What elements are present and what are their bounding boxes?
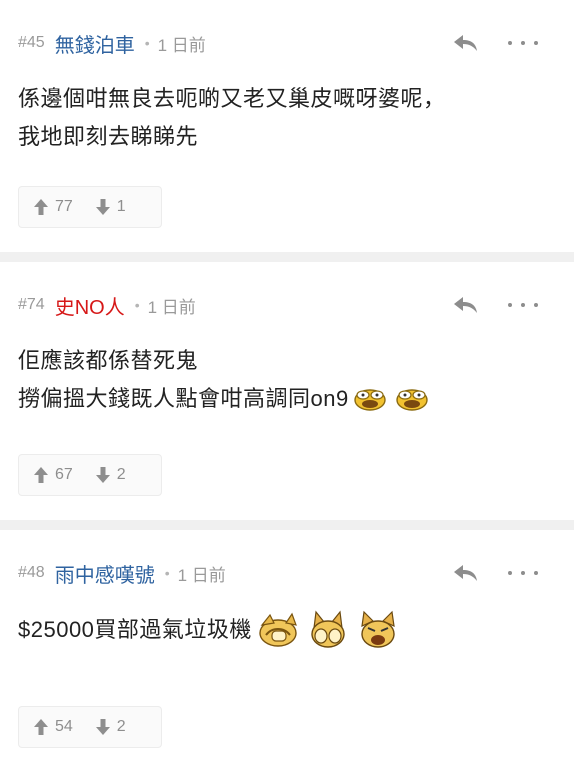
reply-button[interactable] [452,562,480,584]
comment-line: 係邊個咁無良去呃啲又老又巢皮嘅呀婆呢， [18,86,446,111]
reply-icon [454,297,477,313]
comment-line-text: $25000買部過氣垃圾機 [18,617,252,642]
cover-face-emoticon-icon [311,610,345,648]
downvote-button[interactable]: 2 [95,466,126,484]
username-link[interactable]: 雨中感嘆號 [55,559,155,588]
vote-box: 67 2 [18,454,162,496]
more-options-button[interactable] [508,36,538,50]
vote-box: 77 1 [18,186,162,228]
more-dot-icon [521,303,525,307]
shocked-face-icon [354,389,386,411]
separator-dot: • [144,35,150,51]
shocked-face-icon [396,389,428,411]
floor-number: #45 [18,34,45,51]
upvote-button[interactable]: 77 [33,198,73,216]
upvote-count: 54 [55,718,73,735]
arrow-up-icon [34,719,48,735]
timestamp: 1 日前 [147,297,196,317]
angry-dog-emoticon-icon [361,610,395,648]
comment-line-with-emoticons: 撈偏搵大錢既人點會咁高調同on9 [18,380,429,418]
comment-item: #74 史NO人 • 1 日前 佢應該都係替死鬼 撈偏搵大錢既人點會咁高調同on… [0,252,574,520]
downvote-count: 2 [116,466,126,483]
comment-line-text: 撈偏搵大錢既人點會咁高調同on9 [18,386,349,411]
upvote-count: 67 [55,466,73,483]
username-link[interactable]: 無錢泊車 [55,29,135,58]
timestamp: 1 日前 [157,35,206,55]
separator-dot: • [164,565,170,581]
upvote-button[interactable]: 54 [33,718,73,736]
downvote-button[interactable]: 1 [95,198,126,216]
timestamp: 1 日前 [177,565,226,585]
comment-body: 係邊個咁無良去呃啲又老又巢皮嘅呀婆呢， 我地即刻去睇睇先 [18,80,446,156]
comment-line-with-emoticons: $25000買部過氣垃圾機 [18,610,400,650]
more-dot-icon [534,571,538,575]
vote-box: 54 2 [18,706,162,748]
reply-icon [454,35,477,51]
comment-item: #45 無錢泊車 • 1 日前 係邊個咁無良去呃啲又老又巢皮嘅呀婆呢， 我地即刻… [0,0,574,252]
comment-line: 我地即刻去睇睇先 [18,124,199,149]
arrow-up-icon [34,199,48,215]
arrow-down-icon [95,467,110,483]
comment-body: 佢應該都係替死鬼 撈偏搵大錢既人點會咁高調同on9 [18,342,429,418]
comment-header: #74 史NO人 • 1 日前 [18,291,196,320]
arrow-up-icon [34,467,48,483]
comment-header: #48 雨中感嘆號 • 1 日前 [18,559,226,588]
more-dot-icon [521,571,525,575]
more-dot-icon [508,571,512,575]
arrow-down-icon [95,199,110,215]
separator-dot: • [134,297,140,313]
comment-header: #45 無錢泊車 • 1 日前 [18,29,206,58]
reply-button[interactable] [452,32,480,54]
reply-button[interactable] [452,294,480,316]
downvote-button[interactable]: 2 [95,718,126,736]
comment-line: 佢應該都係替死鬼 [18,348,199,373]
more-options-button[interactable] [508,566,538,580]
upvote-count: 77 [55,198,73,215]
comment-body: $25000買部過氣垃圾機 [18,610,400,650]
more-dot-icon [521,41,525,45]
downvote-count: 2 [116,718,126,735]
downvote-count: 1 [116,198,126,215]
comment-item: #48 雨中感嘆號 • 1 日前 $25000買部過氣垃圾機 54 2 [0,520,574,772]
reply-icon [454,565,477,581]
facepalm-emoticon-icon [259,612,297,647]
more-dot-icon [534,41,538,45]
more-dot-icon [508,41,512,45]
more-dot-icon [508,303,512,307]
floor-number: #48 [18,564,45,581]
floor-number: #74 [18,296,45,313]
username-link[interactable]: 史NO人 [55,291,125,320]
arrow-down-icon [95,719,110,735]
more-options-button[interactable] [508,298,538,312]
more-dot-icon [534,303,538,307]
upvote-button[interactable]: 67 [33,466,73,484]
